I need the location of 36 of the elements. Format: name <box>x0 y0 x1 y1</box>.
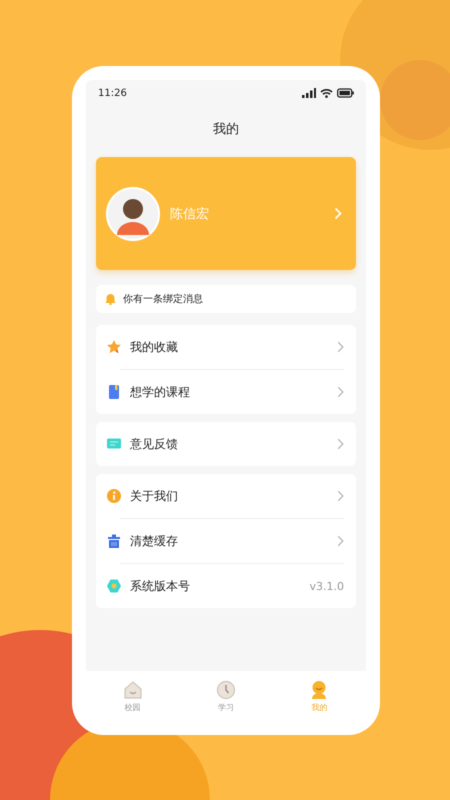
version-text: v3.1.0 <box>310 580 344 592</box>
trash-icon <box>106 533 122 549</box>
home-icon <box>122 680 143 700</box>
star-icon <box>106 339 122 355</box>
menu-label: 清楚缓存 <box>130 532 179 550</box>
chevron-icon <box>337 341 344 353</box>
menu-item[interactable]: 我的收藏 <box>106 325 344 369</box>
menu-item[interactable]: 想学的课程 <box>106 370 344 414</box>
clock-icon <box>216 680 236 700</box>
chevron-icon <box>337 386 344 398</box>
menu-item[interactable]: 意见反馈 <box>106 422 344 466</box>
wifi-icon <box>320 88 333 98</box>
bell-icon <box>105 293 116 305</box>
notice-text: 你有一条绑定消息 <box>123 292 203 306</box>
menu-label: 我的收藏 <box>130 338 179 356</box>
info-icon <box>106 488 122 504</box>
notice-bar[interactable]: 你有一条绑定消息 <box>96 285 356 313</box>
signal-icon <box>302 88 316 98</box>
menu-label: 关于我们 <box>130 488 179 504</box>
chevron-icon <box>337 535 344 547</box>
battery-icon <box>337 88 354 98</box>
menu-label: 意见反馈 <box>130 436 179 452</box>
status-time: 11:26 <box>98 88 127 98</box>
chevron-icon <box>337 490 344 502</box>
menu-item[interactable]: 清楚缓存 <box>106 519 344 563</box>
chevron-icon <box>334 207 342 220</box>
menu-item[interactable]: 系统版本号 v3.1.0 <box>106 564 344 608</box>
page-title: 我的 <box>212 121 240 138</box>
avatar-icon <box>106 186 160 240</box>
book-icon <box>106 384 122 400</box>
profile-name: 陈信宏 <box>170 206 210 222</box>
menu-item[interactable]: 关于我们 <box>106 474 344 518</box>
hexagon-icon <box>106 578 122 594</box>
menu-label: 想学的课程 <box>130 384 191 400</box>
chevron-icon <box>337 438 344 450</box>
menu-label: 系统版本号 <box>130 578 191 594</box>
